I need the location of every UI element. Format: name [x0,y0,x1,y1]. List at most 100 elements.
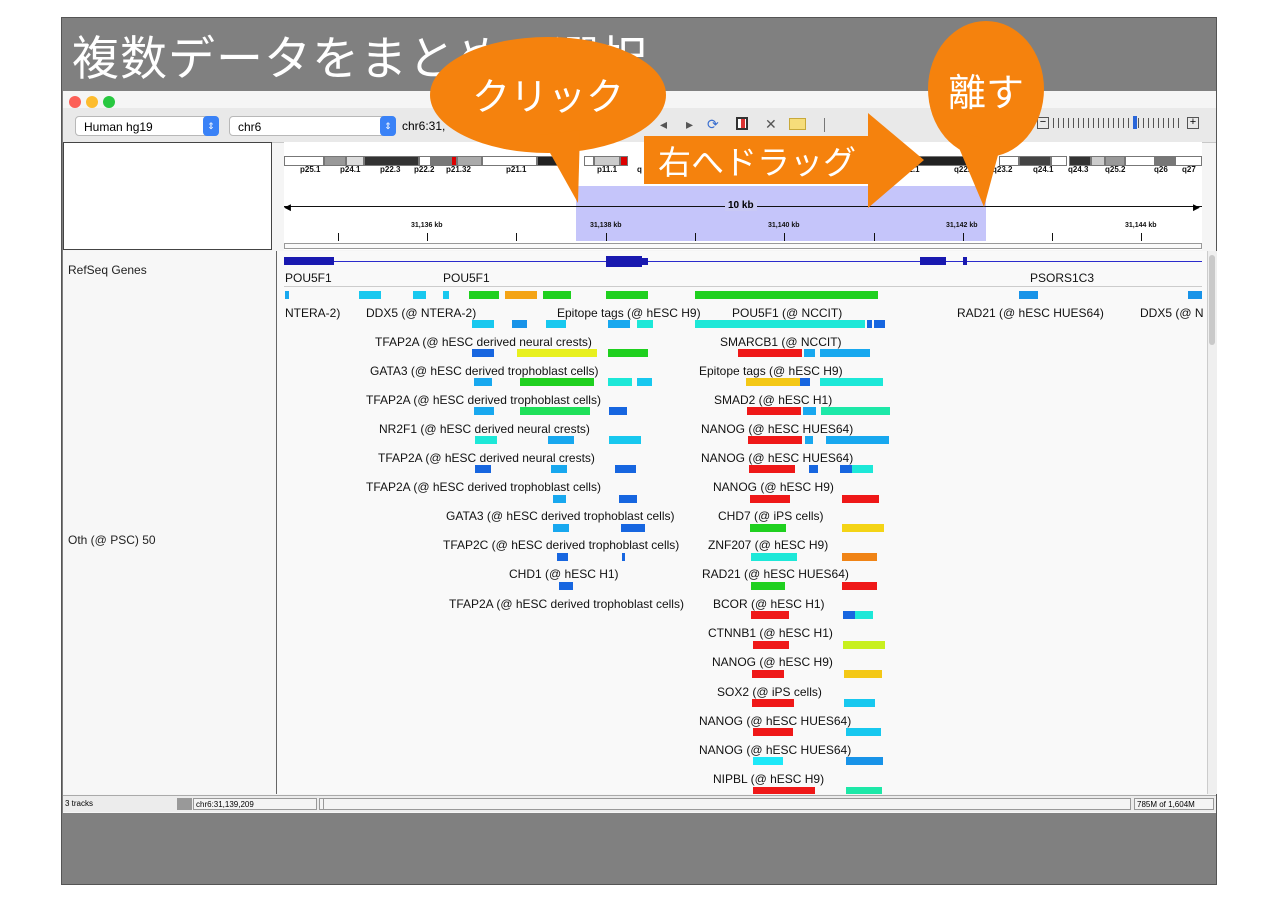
peak-feature[interactable] [1188,291,1202,299]
peak-feature[interactable] [753,728,793,736]
peak-feature[interactable] [505,291,537,299]
peak-feature[interactable] [608,378,632,386]
close-window-button[interactable] [69,96,81,108]
peak-feature[interactable] [751,611,789,619]
track-name-oth[interactable]: Oth (@ PSC) 50 [68,533,156,547]
peak-label[interactable]: NIPBL (@ hESC H9) [713,772,824,786]
region-of-interest-icon[interactable]: ✕ [765,116,777,133]
peak-feature[interactable] [751,582,785,590]
zoom-window-button[interactable] [103,96,115,108]
peak-feature[interactable] [826,436,889,444]
peak-feature[interactable] [753,787,815,794]
peak-label[interactable]: POU5F1 (@ NCCIT) [732,306,842,320]
peak-feature[interactable] [846,787,882,794]
peak-feature[interactable] [753,757,783,765]
peak-feature[interactable] [738,349,802,357]
peak-feature[interactable] [609,436,641,444]
peak-feature[interactable] [800,378,810,386]
peak-label[interactable]: Epitope tags (@ hESC H9) [557,306,701,320]
peak-label[interactable]: TFAP2C (@ hESC derived trophoblast cells… [443,538,679,552]
peak-feature[interactable] [803,407,816,415]
peak-label[interactable]: NTERA-2) [285,306,340,320]
peak-feature[interactable] [874,320,885,328]
zoom-slider[interactable] [1053,118,1183,128]
peak-feature[interactable] [844,670,882,678]
peak-feature[interactable] [637,378,652,386]
peak-label[interactable]: TFAP2A (@ hESC derived neural crests) [375,335,592,349]
peak-label[interactable]: GATA3 (@ hESC derived trophoblast cells) [370,364,599,378]
peak-feature[interactable] [553,495,566,503]
peak-feature[interactable] [846,728,881,736]
peak-feature[interactable] [621,524,645,532]
peak-feature[interactable] [559,582,573,590]
peak-feature[interactable] [637,320,653,328]
peak-feature[interactable] [749,465,795,473]
peak-feature[interactable] [472,320,494,328]
peak-feature[interactable] [512,320,527,328]
peak-label[interactable]: RAD21 (@ hESC HUES64) [702,567,849,581]
peak-label[interactable]: DDX5 (@ NTERA-2) [366,306,476,320]
peak-feature[interactable] [842,524,884,532]
peak-label[interactable]: RAD21 (@ hESC HUES64) [957,306,1104,320]
peak-label[interactable]: NANOG (@ hESC HUES64) [699,714,851,728]
zoom-slider-thumb[interactable] [1133,116,1137,129]
peak-feature[interactable] [413,291,426,299]
peak-label[interactable]: NANOG (@ hESC H9) [712,655,833,669]
peak-feature[interactable] [475,465,491,473]
peak-label[interactable]: Epitope tags (@ hESC H9) [699,364,843,378]
peak-label[interactable]: NANOG (@ hESC HUES64) [701,422,853,436]
peak-feature[interactable] [842,582,877,590]
peak-feature[interactable] [546,320,566,328]
peak-feature[interactable] [285,291,289,299]
peak-feature[interactable] [746,378,800,386]
peak-label[interactable]: GATA3 (@ hESC derived trophoblast cells) [446,509,675,523]
peak-feature[interactable] [520,407,590,415]
peak-feature[interactable] [750,524,786,532]
minimize-window-button[interactable] [86,96,98,108]
peak-feature[interactable] [615,465,636,473]
peak-feature[interactable] [622,553,625,561]
peak-feature[interactable] [846,757,883,765]
peak-feature[interactable] [844,699,875,707]
peak-feature[interactable] [842,495,879,503]
peak-label[interactable]: SMARCB1 (@ NCCIT) [720,335,842,349]
peak-feature[interactable] [469,291,499,299]
peak-feature[interactable] [840,465,852,473]
peak-feature[interactable] [1019,291,1038,299]
peak-feature[interactable] [359,291,381,299]
peak-feature[interactable] [842,553,877,561]
peak-feature[interactable] [695,320,865,328]
peak-feature[interactable] [443,291,449,299]
gene-label[interactable]: POU5F1 [285,271,332,285]
peak-label[interactable]: TFAP2A (@ hESC derived trophoblast cells… [366,480,601,494]
peak-feature[interactable] [748,436,802,444]
peak-feature[interactable] [843,641,885,649]
peak-feature[interactable] [852,465,873,473]
peak-feature[interactable] [608,349,648,357]
resize-tracks-icon[interactable] [736,117,748,130]
peak-feature[interactable] [695,291,878,299]
peak-label[interactable]: NANOG (@ hESC HUES64) [701,451,853,465]
peak-feature[interactable] [752,670,784,678]
peak-feature[interactable] [751,553,797,561]
peak-label[interactable]: ZNF207 (@ hESC H9) [708,538,828,552]
peak-label[interactable]: SOX2 (@ iPS cells) [717,685,822,699]
peak-feature[interactable] [820,349,870,357]
peak-label[interactable]: TFAP2A (@ hESC derived trophoblast cells… [449,597,684,611]
peak-feature[interactable] [804,349,815,357]
peak-label[interactable]: TFAP2A (@ hESC derived trophoblast cells… [366,393,601,407]
chromosome-select[interactable]: chr6 ⇕ [229,116,396,136]
peak-feature[interactable] [752,699,794,707]
track-name-refseq[interactable]: RefSeq Genes [68,263,147,277]
peak-feature[interactable] [867,320,872,328]
peak-label[interactable]: DDX5 (@ N [1140,306,1204,320]
peak-feature[interactable] [517,349,597,357]
refresh-icon[interactable]: ⟳ [707,116,719,133]
zoom-in-icon[interactable]: + [1187,117,1199,129]
peak-label[interactable]: SMAD2 (@ hESC H1) [714,393,832,407]
peak-feature[interactable] [474,407,494,415]
peak-label[interactable]: CHD1 (@ hESC H1) [509,567,619,581]
peak-feature[interactable] [474,378,492,386]
peak-feature[interactable] [551,465,567,473]
peak-label[interactable]: NANOG (@ hESC HUES64) [699,743,851,757]
